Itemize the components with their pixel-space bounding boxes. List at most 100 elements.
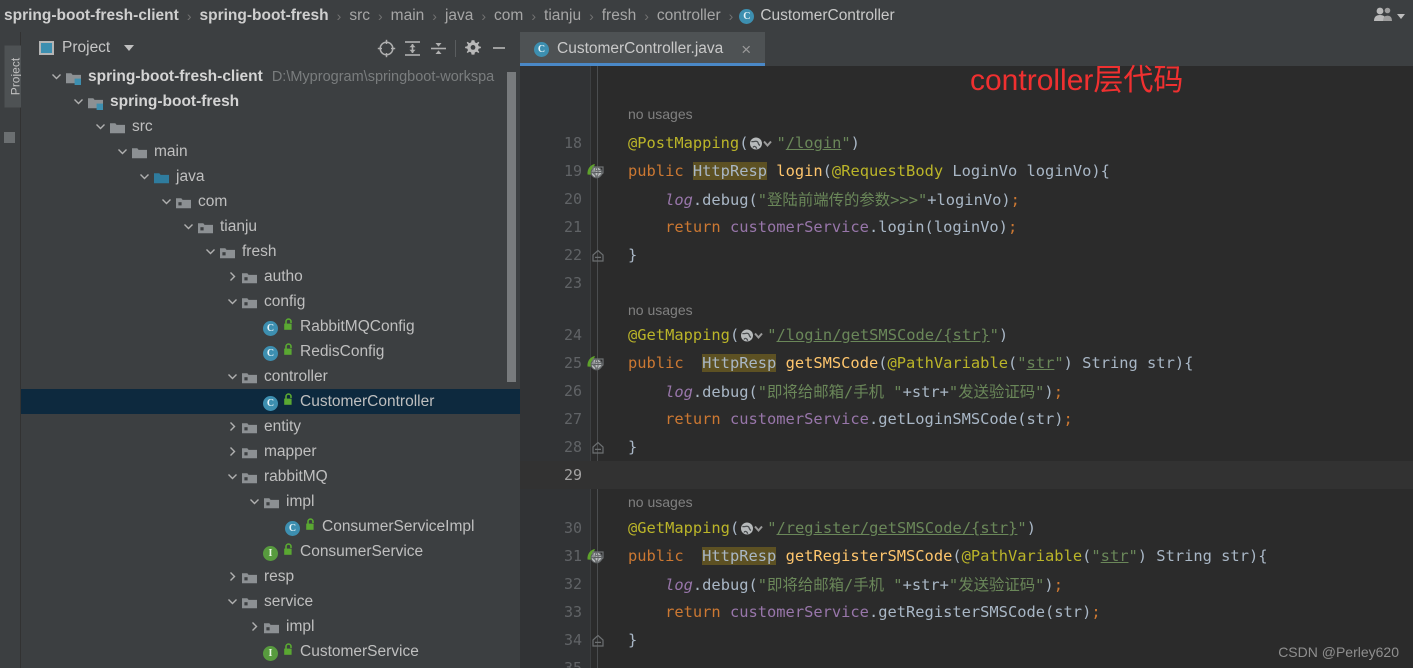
- hide-panel-icon[interactable]: [486, 35, 512, 61]
- chevron-down-icon[interactable]: [245, 489, 263, 514]
- code-line[interactable]: 19 public HttpResp login(@RequestBody Log…: [520, 157, 1413, 185]
- chevron-right-icon[interactable]: [223, 264, 241, 289]
- code-line[interactable]: 27 return customerService.getLoginSMSCod…: [520, 405, 1413, 433]
- breadcrumb-item-main[interactable]: main: [389, 7, 427, 25]
- select-opened-file-icon[interactable]: [373, 35, 399, 61]
- breadcrumb-item-controller[interactable]: controller: [655, 7, 723, 25]
- chevron-right-icon[interactable]: [223, 439, 241, 464]
- close-icon[interactable]: ×: [741, 41, 751, 58]
- tree-row[interactable]: rabbitMQ: [21, 464, 520, 489]
- chevron-down-icon[interactable]: [69, 89, 87, 114]
- code-line[interactable]: 33 return customerService.getRegisterSMS…: [520, 598, 1413, 626]
- code-line[interactable]: 26 log.debug("即将给邮箱/手机 "+str+"发送验证码");: [520, 377, 1413, 405]
- code-line[interactable]: 21 return customerService.login(loginVo)…: [520, 213, 1413, 241]
- collapse-all-icon[interactable]: [425, 35, 451, 61]
- project-title-group[interactable]: Project: [39, 39, 135, 57]
- breadcrumb-item-java[interactable]: java: [443, 7, 475, 25]
- code-line[interactable]: 23: [520, 269, 1413, 297]
- tab-customercontroller-java[interactable]: C CustomerController.java ×: [520, 32, 765, 66]
- fold-open-icon[interactable]: [590, 355, 606, 371]
- breadcrumb-item-fresh[interactable]: fresh: [600, 7, 638, 25]
- class-icon: C: [285, 518, 300, 536]
- tree-row[interactable]: C RedisConfig: [21, 339, 520, 364]
- fold-close-icon[interactable]: [590, 439, 606, 455]
- tree-row[interactable]: I CustomerService: [21, 639, 520, 664]
- chevron-down-icon[interactable]: [223, 289, 241, 314]
- tree-row[interactable]: autho: [21, 264, 520, 289]
- tree-row[interactable]: controller: [21, 364, 520, 389]
- tree-row[interactable]: service: [21, 589, 520, 614]
- code-line[interactable]: no usages: [520, 100, 1413, 128]
- breadcrumb-item-tianju[interactable]: tianju: [542, 7, 583, 25]
- code-line[interactable]: 32 log.debug("即将给邮箱/手机 "+str+"发送验证码");: [520, 570, 1413, 598]
- line-number: 31: [563, 547, 582, 565]
- chevron-down-icon[interactable]: [201, 239, 219, 264]
- breadcrumb-item-spring-boot-fresh-client[interactable]: spring-boot-fresh-client: [2, 7, 181, 25]
- tree-row[interactable]: mapper: [21, 439, 520, 464]
- tree-row[interactable]: I ConsumerService: [21, 539, 520, 564]
- fold-close-icon[interactable]: [590, 247, 606, 263]
- code-editor[interactable]: no usages 18 @PostMapping("/login") 19 publi…: [520, 66, 1413, 668]
- tree-row[interactable]: tianju: [21, 214, 520, 239]
- tree-row[interactable]: com: [21, 189, 520, 214]
- code-token: "即将给邮箱/手机 ": [757, 576, 903, 594]
- tree-row[interactable]: impl: [21, 489, 520, 514]
- breadcrumb-item-customercontroller[interactable]: C CustomerController: [739, 7, 895, 25]
- breadcrumb-item-com[interactable]: com: [492, 7, 525, 25]
- project-panel: Project spring-boot-fresh-client D:\Mypr…: [21, 32, 520, 668]
- code-line[interactable]: 30 @GetMapping("/register/getSMSCode/{str…: [520, 514, 1413, 542]
- globe-gutter-icon[interactable]: [740, 328, 766, 343]
- breadcrumb-item-src[interactable]: src: [347, 7, 372, 25]
- code-line[interactable]: 20 log.debug("登陆前端传的参数>>>"+loginVo);: [520, 185, 1413, 213]
- breadcrumb-item-spring-boot-fresh[interactable]: spring-boot-fresh: [197, 7, 330, 25]
- code-line[interactable]: no usages: [520, 488, 1413, 516]
- code-token: ) String str){: [1063, 354, 1194, 372]
- chevron-down-icon[interactable]: [47, 64, 65, 89]
- code-line[interactable]: 31 public HttpResp getRegisterSMSCode(@Pa…: [520, 542, 1413, 570]
- code-line[interactable]: 18 @PostMapping("/login"): [520, 129, 1413, 157]
- globe-gutter-icon[interactable]: [740, 521, 766, 536]
- project-tree[interactable]: spring-boot-fresh-client D:\Myprogram\spr…: [21, 64, 520, 668]
- chevron-down-icon[interactable]: [157, 189, 175, 214]
- code-line[interactable]: 29: [520, 461, 1413, 489]
- settings-gear-icon[interactable]: [460, 35, 486, 61]
- project-tree-scrollbar[interactable]: [507, 72, 516, 382]
- tree-row[interactable]: main: [21, 139, 520, 164]
- tree-row[interactable]: resp: [21, 564, 520, 589]
- fold-open-icon[interactable]: [590, 548, 606, 564]
- tree-row[interactable]: C ConsumerServiceImpl: [21, 514, 520, 539]
- fold-open-icon[interactable]: [590, 163, 606, 179]
- people-icon[interactable]: [1372, 6, 1394, 27]
- chevron-down-icon[interactable]: [223, 589, 241, 614]
- tree-row[interactable]: spring-boot-fresh-client D:\Myprogram\spr…: [21, 64, 520, 89]
- chevron-down-icon[interactable]: [113, 139, 131, 164]
- tree-row[interactable]: impl: [21, 614, 520, 639]
- tree-row[interactable]: entity: [21, 414, 520, 439]
- lock-icon: [283, 317, 294, 336]
- code-line[interactable]: 25 public HttpResp getSMSCode(@PathVariab…: [520, 349, 1413, 377]
- chevron-down-icon[interactable]: [124, 45, 135, 51]
- tree-row[interactable]: spring-boot-fresh: [21, 89, 520, 114]
- code-line[interactable]: 28}: [520, 433, 1413, 461]
- fold-close-icon[interactable]: [590, 632, 606, 648]
- tree-row[interactable]: C RabbitMQConfig: [21, 314, 520, 339]
- chevron-down-icon[interactable]: [135, 164, 153, 189]
- tree-row[interactable]: java: [21, 164, 520, 189]
- chevron-right-icon[interactable]: [223, 414, 241, 439]
- code-line[interactable]: 22}: [520, 241, 1413, 269]
- tree-row-selected[interactable]: C CustomerController: [21, 389, 520, 414]
- globe-gutter-icon[interactable]: [749, 136, 775, 151]
- chevron-down-icon[interactable]: [91, 114, 109, 139]
- chevron-down-icon[interactable]: [223, 464, 241, 489]
- chevron-right-icon[interactable]: [223, 564, 241, 589]
- tree-row[interactable]: config: [21, 289, 520, 314]
- chevron-down-icon[interactable]: [179, 214, 197, 239]
- tree-row[interactable]: src: [21, 114, 520, 139]
- chevron-down-icon[interactable]: [223, 364, 241, 389]
- code-line[interactable]: no usages: [520, 296, 1413, 324]
- expand-all-icon[interactable]: [399, 35, 425, 61]
- chevron-down-icon[interactable]: [1397, 13, 1405, 19]
- code-line[interactable]: 24 @GetMapping("/login/getSMSCode/{str}"): [520, 321, 1413, 349]
- chevron-right-icon[interactable]: [245, 614, 263, 639]
- tree-row[interactable]: fresh: [21, 239, 520, 264]
